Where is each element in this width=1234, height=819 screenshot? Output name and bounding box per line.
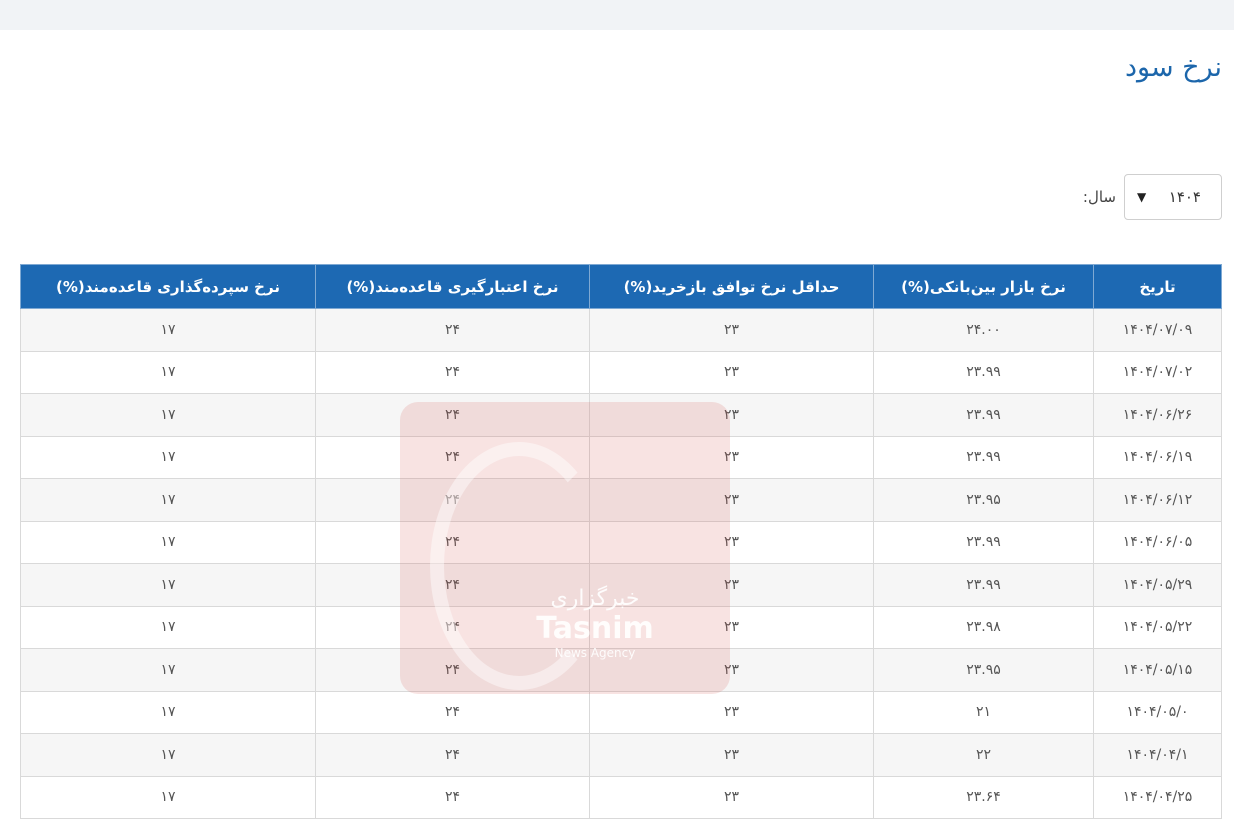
table-cell: ۱۴۰۴/۰۵/۲۹ bbox=[1093, 563, 1222, 607]
table-cell: ۲۳.۹۹ bbox=[873, 520, 1094, 564]
table-cell: ۲۳.۶۴ bbox=[873, 775, 1094, 819]
table-cell: ۱۴۰۴/۰۵/۰ bbox=[1093, 690, 1222, 734]
table-cell: ۲۴ bbox=[315, 690, 590, 734]
table-row: ۱۴۰۴/۰۵/۲۲ ۲۳.۹۸ ۲۳ ۲۴ ۱۷ bbox=[20, 605, 1222, 649]
table-cell: ۱۷ bbox=[20, 605, 316, 649]
table-row: ۱۴۰۴/۰۵/۰ ۲۱ ۲۳ ۲۴ ۱۷ bbox=[20, 690, 1222, 734]
column-header: نرخ سپرده‌گذاری قاعده‌مند(%) bbox=[20, 264, 316, 309]
table-cell: ۲۳ bbox=[589, 478, 874, 522]
table-cell: ۲۳ bbox=[589, 520, 874, 564]
table-cell: ۱۴۰۴/۰۶/۰۵ bbox=[1093, 520, 1222, 564]
table-row: ۱۴۰۴/۰۵/۱۵ ۲۳.۹۵ ۲۳ ۲۴ ۱۷ bbox=[20, 648, 1222, 692]
table-cell: ۲۳ bbox=[589, 308, 874, 352]
table-cell: ۲۱ bbox=[873, 690, 1094, 734]
table-cell: ۱۴۰۴/۰۷/۰۹ bbox=[1093, 308, 1222, 352]
table-cell: ۲۴ bbox=[315, 393, 590, 437]
table-cell: ۲۳ bbox=[589, 733, 874, 777]
table-cell: ۱۷ bbox=[20, 563, 316, 607]
table-cell: ۱۷ bbox=[20, 308, 316, 352]
table-cell: ۱۷ bbox=[20, 648, 316, 692]
year-select[interactable]: ▼ ۱۴۰۴ bbox=[1124, 174, 1222, 220]
table-cell: ۲۳.۹۵ bbox=[873, 648, 1094, 692]
table-cell: ۲۳ bbox=[589, 648, 874, 692]
column-header: نرخ اعتبارگیری قاعده‌مند(%) bbox=[315, 264, 590, 309]
table-cell: ۲۴ bbox=[315, 308, 590, 352]
table-header-row: تاریخ نرخ بازار بین‌بانکی(%) حداقل نرخ ت… bbox=[20, 264, 1222, 309]
table-row: ۱۴۰۴/۰۴/۱ ۲۲ ۲۳ ۲۴ ۱۷ bbox=[20, 733, 1222, 777]
table-cell: ۱۷ bbox=[20, 350, 316, 394]
table-cell: ۲۴ bbox=[315, 478, 590, 522]
table-row: ۱۴۰۴/۰۴/۲۵ ۲۳.۶۴ ۲۳ ۲۴ ۱۷ bbox=[20, 775, 1222, 819]
table-cell: ۲۴ bbox=[315, 775, 590, 819]
table-cell: ۲۳ bbox=[589, 393, 874, 437]
table-cell: ۲۳ bbox=[589, 350, 874, 394]
table-cell: ۲۳.۹۹ bbox=[873, 563, 1094, 607]
year-select-value: ۱۴۰۴ bbox=[1168, 188, 1201, 206]
table-cell: ۱۷ bbox=[20, 393, 316, 437]
table-cell: ۱۴۰۴/۰۴/۱ bbox=[1093, 733, 1222, 777]
table-cell: ۱۴۰۴/۰۶/۲۶ bbox=[1093, 393, 1222, 437]
table-cell: ۲۳.۹۹ bbox=[873, 350, 1094, 394]
table-row: ۱۴۰۴/۰۶/۰۵ ۲۳.۹۹ ۲۳ ۲۴ ۱۷ bbox=[20, 520, 1222, 564]
table-cell: ۲۳.۹۵ bbox=[873, 478, 1094, 522]
table-cell: ۲۴ bbox=[315, 435, 590, 479]
table-cell: ۲۳.۹۹ bbox=[873, 435, 1094, 479]
top-bar bbox=[0, 0, 1234, 30]
column-header: تاریخ bbox=[1093, 264, 1222, 309]
table-cell: ۱۴۰۴/۰۶/۱۲ bbox=[1093, 478, 1222, 522]
table-row: ۱۴۰۴/۰۶/۲۶ ۲۳.۹۹ ۲۳ ۲۴ ۱۷ bbox=[20, 393, 1222, 437]
chevron-down-icon: ▼ bbox=[1137, 190, 1147, 204]
table-cell: ۱۴۰۴/۰۵/۱۵ bbox=[1093, 648, 1222, 692]
table-cell: ۱۷ bbox=[20, 435, 316, 479]
table-cell: ۲۴.۰۰ bbox=[873, 308, 1094, 352]
table-cell: ۲۳ bbox=[589, 690, 874, 734]
table-cell: ۱۷ bbox=[20, 520, 316, 564]
page-title: نرخ سود bbox=[1124, 52, 1222, 83]
table-cell: ۱۷ bbox=[20, 478, 316, 522]
table-cell: ۲۴ bbox=[315, 648, 590, 692]
table-row: ۱۴۰۴/۰۶/۱۲ ۲۳.۹۵ ۲۳ ۲۴ ۱۷ bbox=[20, 478, 1222, 522]
table-cell: ۱۴۰۴/۰۶/۱۹ bbox=[1093, 435, 1222, 479]
table-cell: ۲۴ bbox=[315, 563, 590, 607]
table-cell: ۲۴ bbox=[315, 733, 590, 777]
table-cell: ۲۲ bbox=[873, 733, 1094, 777]
table-cell: ۲۳ bbox=[589, 775, 874, 819]
table-cell: ۲۴ bbox=[315, 605, 590, 649]
table-cell: ۱۷ bbox=[20, 690, 316, 734]
table-row: ۱۴۰۴/۰۶/۱۹ ۲۳.۹۹ ۲۳ ۲۴ ۱۷ bbox=[20, 435, 1222, 479]
column-header: حداقل نرخ توافق بازخرید(%) bbox=[589, 264, 874, 309]
table-cell: ۲۳.۹۹ bbox=[873, 393, 1094, 437]
table-row: ۱۴۰۴/۰۵/۲۹ ۲۳.۹۹ ۲۳ ۲۴ ۱۷ bbox=[20, 563, 1222, 607]
column-header: نرخ بازار بین‌بانکی(%) bbox=[873, 264, 1094, 309]
year-filter: سال: ▼ ۱۴۰۴ bbox=[1083, 172, 1222, 222]
table-cell: ۲۳.۹۸ bbox=[873, 605, 1094, 649]
table-row: ۱۴۰۴/۰۷/۰۹ ۲۴.۰۰ ۲۳ ۲۴ ۱۷ bbox=[20, 308, 1222, 352]
table-cell: ۲۳ bbox=[589, 435, 874, 479]
table-cell: ۱۷ bbox=[20, 775, 316, 819]
table-cell: ۱۴۰۴/۰۷/۰۲ bbox=[1093, 350, 1222, 394]
table-row: ۱۴۰۴/۰۷/۰۲ ۲۳.۹۹ ۲۳ ۲۴ ۱۷ bbox=[20, 350, 1222, 394]
table-cell: ۲۳ bbox=[589, 605, 874, 649]
table-cell: ۲۴ bbox=[315, 350, 590, 394]
table-cell: ۲۴ bbox=[315, 520, 590, 564]
table-cell: ۱۷ bbox=[20, 733, 316, 777]
table-cell: ۱۴۰۴/۰۴/۲۵ bbox=[1093, 775, 1222, 819]
year-label: سال: bbox=[1082, 188, 1116, 206]
interest-rate-table: تاریخ نرخ بازار بین‌بانکی(%) حداقل نرخ ت… bbox=[20, 264, 1222, 819]
table-cell: ۲۳ bbox=[589, 563, 874, 607]
table-cell: ۱۴۰۴/۰۵/۲۲ bbox=[1093, 605, 1222, 649]
